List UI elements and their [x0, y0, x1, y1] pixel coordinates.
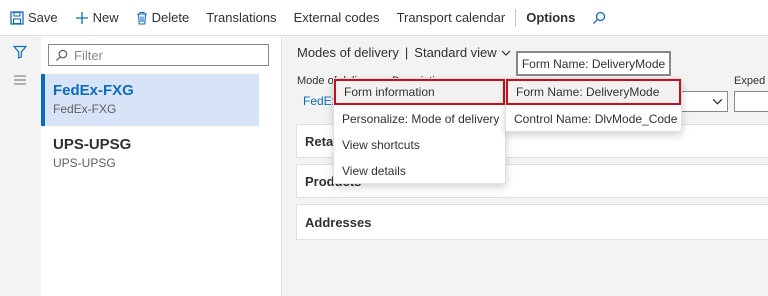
- list-view-button[interactable]: [8, 68, 32, 92]
- submenu-item-form-name[interactable]: Form Name: DeliveryMode: [506, 79, 681, 105]
- list-item-fedex[interactable]: FedEx-FXG FedEx-FXG: [41, 74, 259, 126]
- action-toolbar: Save New Delete Translations External co…: [0, 0, 768, 36]
- delete-button[interactable]: Delete: [136, 10, 190, 25]
- list-item-subtitle: UPS-UPSG: [53, 156, 116, 170]
- chevron-down-icon: [712, 98, 723, 105]
- view-separator: |: [404, 45, 409, 60]
- search-button[interactable]: [592, 11, 610, 25]
- view-selector[interactable]: Standard view: [414, 45, 496, 60]
- menu-item-view-shortcuts[interactable]: View shortcuts: [334, 132, 505, 158]
- list-item-title: FedEx-FXG: [53, 82, 134, 99]
- menu-item-view-details[interactable]: View details: [334, 158, 505, 184]
- save-label: Save: [28, 10, 58, 25]
- expedite-field[interactable]: [734, 91, 768, 112]
- list-item-title: UPS-UPSG: [53, 136, 132, 153]
- context-menu: Form information Personalize: Mode of de…: [333, 78, 506, 184]
- section-addresses[interactable]: Addresses: [296, 204, 768, 240]
- chevron-down-icon[interactable]: [501, 48, 511, 58]
- list-item-ups[interactable]: UPS-UPSG UPS-UPSG: [41, 128, 259, 180]
- new-label: New: [92, 10, 119, 25]
- search-icon: [55, 49, 68, 61]
- toolbar-divider: [515, 8, 517, 27]
- form-information-submenu: Form Name: DeliveryMode Control Name: Dl…: [505, 78, 682, 132]
- menu-item-form-information[interactable]: Form information: [334, 79, 505, 105]
- submenu-item-control-name[interactable]: Control Name: DlvMode_Code: [506, 106, 681, 132]
- options-tab[interactable]: Options: [526, 10, 575, 25]
- page-title: Modes of delivery: [297, 45, 399, 60]
- trash-icon: [136, 11, 148, 25]
- new-button[interactable]: New: [75, 10, 119, 25]
- menu-item-personalize[interactable]: Personalize: Mode of delivery: [334, 106, 505, 132]
- form-name-tooltip: Form Name: DeliveryMode: [516, 51, 671, 76]
- view-header: Modes of delivery | Standard view: [297, 45, 511, 60]
- translations-button[interactable]: Translations: [206, 10, 276, 25]
- search-icon: [592, 11, 606, 25]
- list-icon: [14, 75, 26, 85]
- left-nav-strip: [0, 36, 42, 296]
- filter-input[interactable]: [72, 46, 266, 64]
- filter-funnel-button[interactable]: [8, 40, 32, 64]
- list-item-subtitle: FedEx-FXG: [53, 102, 117, 116]
- funnel-icon: [13, 45, 27, 59]
- save-icon: [10, 10, 24, 25]
- plus-icon: [75, 11, 89, 25]
- filter-box[interactable]: [48, 44, 269, 66]
- delete-label: Delete: [151, 10, 190, 25]
- transport-calendar-button[interactable]: Transport calendar: [397, 10, 506, 25]
- external-codes-button[interactable]: External codes: [294, 10, 380, 25]
- expedite-label: Exped: [734, 75, 766, 87]
- save-button[interactable]: Save: [10, 10, 58, 25]
- record-list-pane: FedEx-FXG FedEx-FXG UPS-UPSG UPS-UPSG: [41, 36, 282, 296]
